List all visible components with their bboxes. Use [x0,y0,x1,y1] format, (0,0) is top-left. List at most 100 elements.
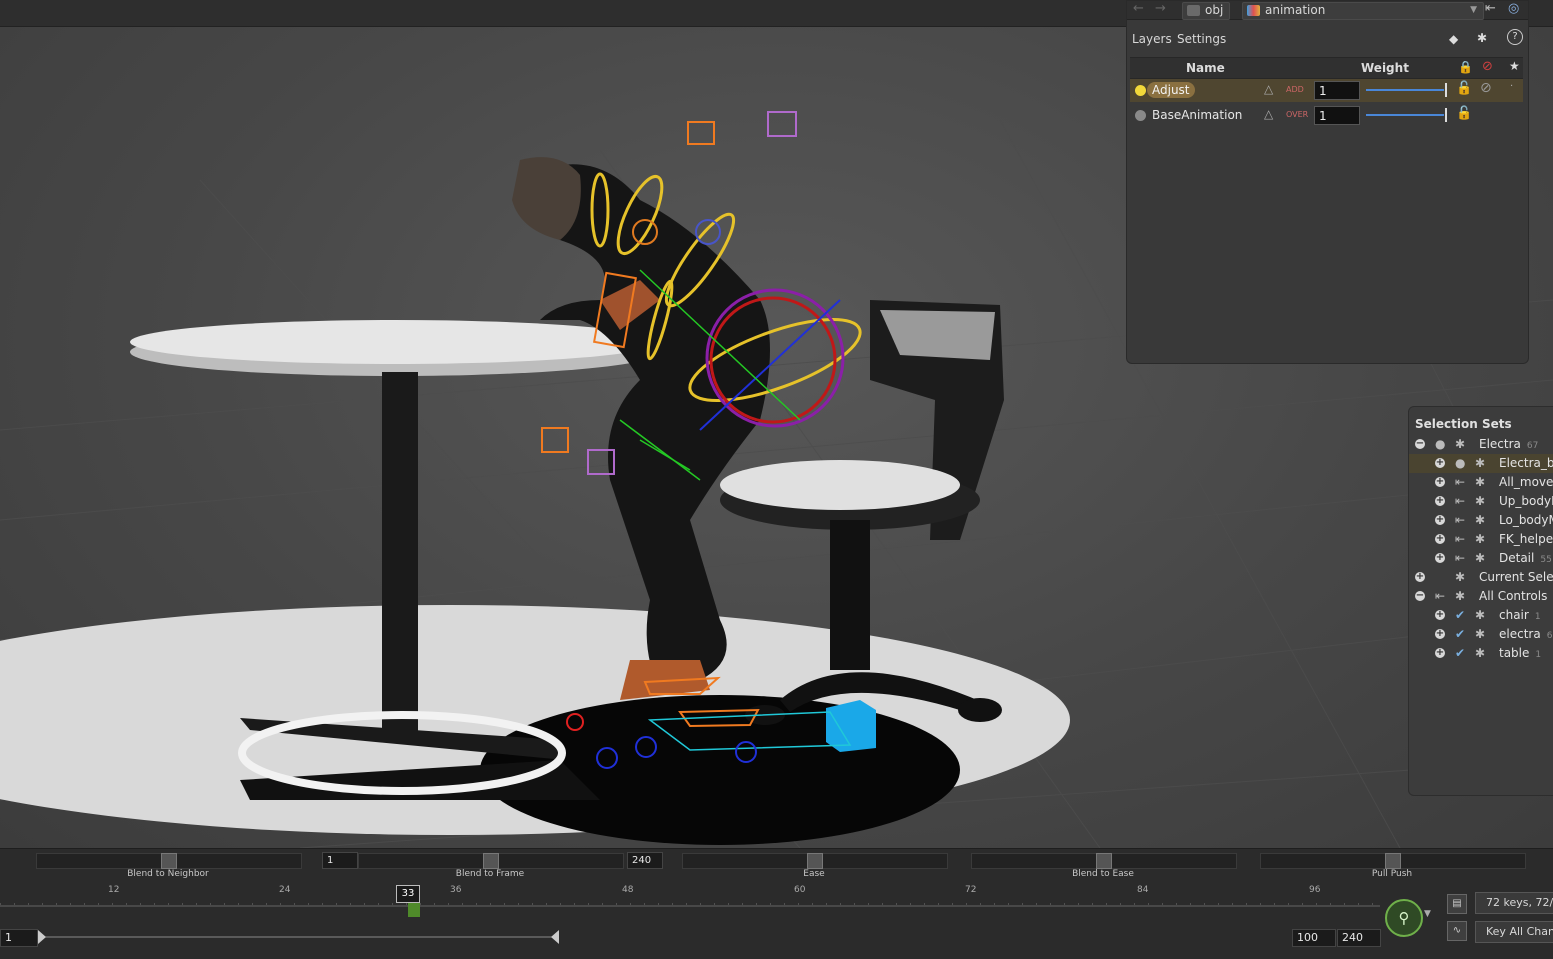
back-arrow-icon[interactable]: ← [1133,1,1144,17]
key-all-channels-button[interactable]: Key All Chann [1475,921,1553,943]
range-end-field[interactable]: 240 [1337,929,1381,947]
forward-arrow-icon[interactable]: → [1155,1,1166,17]
expand-icon[interactable]: + [1435,648,1445,658]
layer-name[interactable]: Adjust [1147,82,1195,98]
link-icon[interactable]: ◎ [1508,1,1519,17]
expand-icon[interactable]: + [1435,458,1445,468]
graph-editor-icon[interactable]: ∿ [1447,921,1467,941]
add-layer-icon[interactable]: ◆ [1449,32,1458,46]
selset-all-controls[interactable]: − ⇤ ✱ All Controls6 [1409,587,1553,606]
blend-to-neighbor-label: Blend to Neighbor [127,869,209,879]
path-crumb-animation[interactable]: animation ▼ [1242,2,1484,20]
selset-chair[interactable]: + ✔ ✱ chair 1 [1409,606,1553,625]
slider-knob[interactable] [161,853,177,869]
unlock-icon[interactable]: 🔓 [1456,106,1472,121]
chair-control-cube [826,700,876,752]
layer-weight-slider[interactable] [1366,83,1447,97]
blend-frame-start-field[interactable]: 1 [322,852,358,869]
solo-icon[interactable]: · [1510,81,1513,92]
slider-knob[interactable] [807,853,823,869]
pull-push-slider[interactable] [1260,853,1526,869]
select-star-icon[interactable]: ✱ [1475,530,1485,549]
select-star-icon[interactable]: ✱ [1475,492,1485,511]
selset-lo-body[interactable]: + ⇤ ✱ Lo_bodyM [1409,511,1553,530]
rig-icon: ✔ [1455,646,1466,660]
expand-icon[interactable]: + [1415,572,1425,582]
keyframe-filter-icon[interactable]: ▤ [1447,894,1467,914]
layer-weight-field[interactable]: 1 [1314,106,1360,125]
select-star-icon[interactable]: ✱ [1475,625,1485,644]
layer-mode[interactable]: OVER [1286,110,1308,119]
tab-settings[interactable]: Settings [1177,32,1226,46]
mute-icon[interactable]: ⊘ [1480,80,1492,96]
blend-to-frame-slider[interactable] [358,853,624,869]
layer-mode-icon[interactable]: △ [1264,107,1273,121]
selset-fk-helper[interactable]: + ⇤ ✱ FK_helper [1409,530,1553,549]
star-header-icon[interactable]: ★ [1509,59,1520,73]
selset-detail[interactable]: + ⇤ ✱ Detail 55 [1409,549,1553,568]
blend-to-ease-slider[interactable] [971,853,1237,869]
select-star-icon[interactable]: ✱ [1475,454,1485,473]
expand-icon[interactable]: + [1435,553,1445,563]
select-star-icon[interactable]: ✱ [1455,435,1465,454]
selset-all-mover[interactable]: + ⇤ ✱ All_mover [1409,473,1553,492]
layer-mode-icon[interactable]: △ [1264,82,1273,96]
layer-weight-slider[interactable] [1366,108,1447,122]
playhead-marker[interactable] [408,903,420,917]
selset-up-body[interactable]: + ⇤ ✱ Up_bodyM [1409,492,1553,511]
pin-icon[interactable]: ⇤ [1485,1,1496,17]
unlock-icon[interactable]: 🔓 [1456,81,1472,96]
expand-icon[interactable]: + [1435,477,1445,487]
collapse-icon[interactable]: − [1415,591,1425,601]
column-name-header[interactable]: Name [1186,61,1225,75]
selset-electra-rig[interactable]: + ✔ ✱ electra67 [1409,625,1553,644]
keys-info-display: 72 keys, 72/7 [1475,892,1553,914]
selset-table[interactable]: + ✔ ✱ table 1 [1409,644,1553,663]
select-star-icon[interactable]: ✱ [1455,587,1465,606]
frame-ruler[interactable] [0,882,1440,922]
ease-slider[interactable] [682,853,948,869]
expand-icon[interactable]: + [1435,534,1445,544]
mute-header-icon[interactable]: ⊘ [1482,59,1493,74]
tab-layers[interactable]: Layers [1132,32,1172,46]
range-end-visible-field[interactable]: 100 [1292,929,1336,947]
layer-mode[interactable]: ADD [1286,85,1304,94]
selset-current-selection[interactable]: + ✱ Current Select [1409,568,1553,587]
select-star-icon[interactable]: ✱ [1475,473,1485,492]
selset-electra-bl[interactable]: + ● ✱ Electra_bl [1409,454,1553,473]
expand-icon[interactable]: + [1435,629,1445,639]
slider-knob[interactable] [483,853,499,869]
select-star-icon[interactable]: ✱ [1475,606,1485,625]
help-icon[interactable]: ? [1507,29,1523,45]
column-weight-header[interactable]: Weight [1361,61,1409,75]
layer-weight-field[interactable]: 1 [1314,81,1360,100]
select-star-icon[interactable]: ✱ [1475,644,1485,663]
selset-electra[interactable]: − ● ✱ Electra 67 [1409,435,1553,454]
ruler-label: 84 [1137,885,1149,895]
set-key-button[interactable]: ⚲ [1385,899,1423,937]
merge-layer-icon[interactable]: ✱ [1477,31,1487,45]
select-star-icon[interactable]: ✱ [1475,549,1485,568]
path-crumb-obj[interactable]: obj [1182,2,1231,20]
layer-row-adjust[interactable]: Adjust △ ADD 1 🔓 ⊘ · [1130,79,1523,102]
blend-frame-end-field[interactable]: 240 [627,852,663,869]
chevron-down-icon[interactable]: ▼ [1424,909,1431,919]
blend-to-neighbor-slider[interactable] [36,853,302,869]
layer-color-dot[interactable] [1135,85,1146,96]
slider-knob[interactable] [1385,853,1401,869]
pull-push-label: Pull Push [1371,869,1413,879]
layer-name[interactable]: BaseAnimation [1147,107,1247,123]
expand-icon[interactable]: + [1435,610,1445,620]
layer-color-dot[interactable] [1135,110,1146,121]
lock-header-icon[interactable]: 🔒 [1458,60,1473,74]
expand-icon[interactable]: + [1435,515,1445,525]
select-star-icon[interactable]: ✱ [1455,568,1465,587]
layer-row-baseanimation[interactable]: BaseAnimation △ OVER 1 🔓 [1130,104,1523,127]
range-slider[interactable] [0,927,1440,947]
current-frame-indicator[interactable]: 33 [396,885,420,903]
collapse-icon[interactable]: − [1415,439,1425,449]
expand-icon[interactable]: + [1435,496,1445,506]
select-star-icon[interactable]: ✱ [1475,511,1485,530]
chevron-down-icon[interactable]: ▼ [1470,3,1477,18]
slider-knob[interactable] [1096,853,1112,869]
